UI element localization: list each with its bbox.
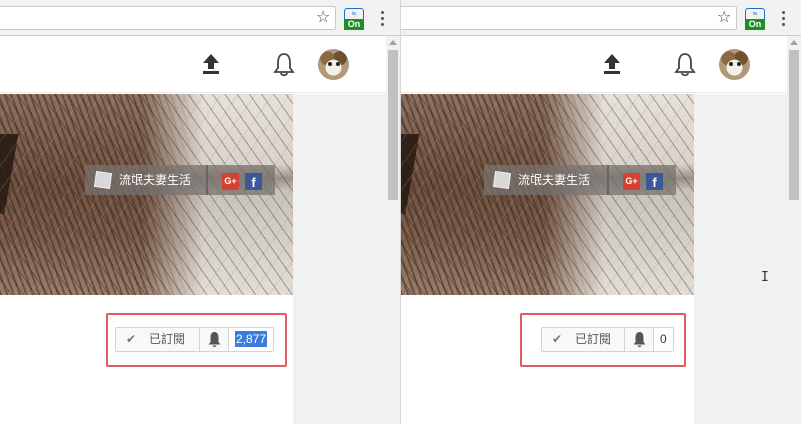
notification-button[interactable] [625,328,654,351]
notification-button[interactable] [200,328,229,351]
scroll-up-arrow-icon[interactable] [389,40,397,45]
channel-link-icon [492,170,512,190]
browser-toolbar: ☆ ≈ On [401,0,801,36]
bell-icon[interactable] [674,51,696,77]
youtube-header [401,37,787,93]
scroll-up-arrow-icon[interactable] [790,40,798,45]
scrollbar-thumb[interactable] [789,50,799,200]
subscribe-group: ✔ 已訂閱 0 [541,327,674,352]
browser-panel-left: ☆ ≈ On 流氓夫妻生活 G+ f ✔ 已訂閱 2,877 [0,0,400,424]
upload-icon[interactable] [603,53,621,75]
upload-icon[interactable] [202,53,220,75]
youtube-header [0,37,386,93]
google-plus-icon[interactable]: G+ [222,173,239,190]
subscriber-count-value: 0 [660,332,667,346]
channel-links: 流氓夫妻生活 G+ f [484,165,676,195]
extension-logo: ≈ [745,8,765,19]
subscriber-count: 0 [654,328,673,351]
channel-link-text[interactable]: 流氓夫妻生活 [518,172,590,188]
facebook-icon[interactable]: f [646,173,663,190]
facebook-icon[interactable]: f [245,173,262,190]
sidebar-gray [694,94,787,424]
menu-icon[interactable] [777,8,789,28]
star-icon[interactable]: ☆ [717,8,731,26]
menu-icon[interactable] [376,8,388,28]
text-cursor-icon: I [761,270,769,285]
subscribed-label: 已訂閱 [149,332,186,346]
extension-icon[interactable]: ≈ On [745,8,765,30]
subscribed-button[interactable]: ✔ 已訂閱 [116,328,200,351]
star-icon[interactable]: ☆ [316,8,330,26]
scrollbar-thumb[interactable] [388,50,398,200]
extension-on-badge: On [344,19,364,30]
channel-links: 流氓夫妻生活 G+ f [85,165,275,195]
extension-on-badge: On [745,19,765,30]
browser-panel-right: ☆ ≈ On 流氓夫妻生活 G+ f ✔ 已訂閱 0 [401,0,801,424]
check-icon: ✔ [552,332,563,346]
sidebar-gray [293,94,386,424]
extension-logo: ≈ [344,8,364,19]
scrollbar[interactable] [787,36,801,424]
address-bar[interactable] [0,6,336,30]
google-plus-icon[interactable]: G+ [623,173,640,190]
address-bar[interactable] [401,6,737,30]
avatar[interactable] [719,49,750,80]
subscribed-button[interactable]: ✔ 已訂閱 [542,328,625,351]
subscriber-count: 2,877 [229,328,274,351]
browser-toolbar: ☆ ≈ On [0,0,400,36]
bell-icon[interactable] [273,51,295,77]
notification-bell-icon [208,332,221,347]
extension-icon[interactable]: ≈ On [344,8,364,30]
subscriber-count-value: 2,877 [235,331,268,347]
notification-bell-icon [633,332,646,347]
subscribed-label: 已訂閱 [575,332,612,346]
check-icon: ✔ [126,332,137,346]
channel-link-text[interactable]: 流氓夫妻生活 [119,172,191,188]
scrollbar[interactable] [386,36,400,424]
channel-link-icon [93,170,113,190]
avatar[interactable] [318,49,349,80]
subscribe-group: ✔ 已訂閱 2,877 [115,327,275,352]
